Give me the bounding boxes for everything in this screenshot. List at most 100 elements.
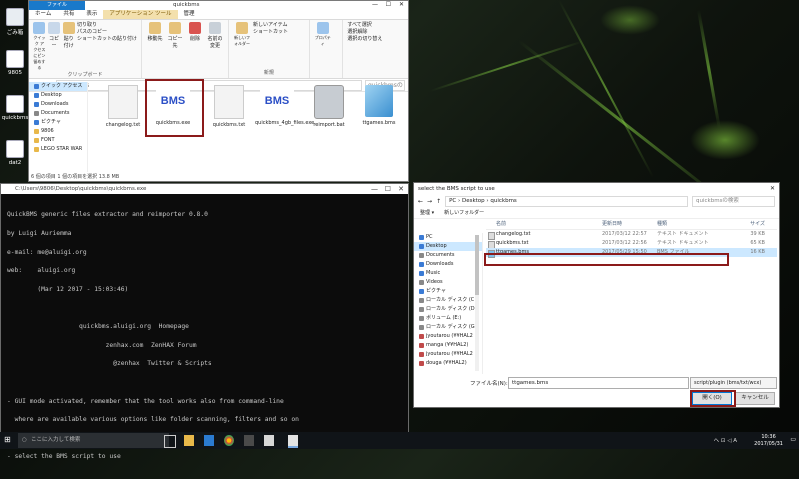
file-item-reimport[interactable]: reimport.bat	[307, 85, 351, 128]
minimize-button[interactable]: —	[372, 1, 378, 8]
nav-item[interactable]: FONT	[29, 136, 87, 145]
select-none-button[interactable]: 選択解除	[347, 29, 404, 36]
minimize-button[interactable]: —	[371, 184, 378, 194]
file-type-select[interactable]: script/plugin (bms/txt/wcx)	[690, 377, 777, 389]
copy-path-button[interactable]: パスのコピー	[77, 29, 137, 36]
paste-button[interactable]: 貼り付け	[62, 22, 75, 71]
column-date[interactable]: 更新日時	[602, 219, 657, 229]
copy-button[interactable]: コピー	[47, 22, 61, 71]
nav-item[interactable]: manga (¥¥HAL2)	[414, 341, 482, 350]
close-button[interactable]: ✕	[399, 1, 404, 8]
column-name[interactable]: 名前	[486, 219, 602, 229]
tab-application-tools[interactable]: アプリケーション ツール	[103, 10, 178, 19]
windows-start-icon[interactable]: ⊞	[4, 435, 11, 444]
nav-item[interactable]: Desktop	[414, 242, 482, 251]
move-to-button[interactable]: 移動先	[146, 22, 164, 49]
system-tray[interactable]: へ ⊡ ◁ A	[714, 436, 737, 444]
properties-button[interactable]: プロパティ	[314, 22, 332, 47]
chrome-icon[interactable]	[224, 435, 234, 446]
nav-item[interactable]: クイック アクセス	[29, 82, 87, 91]
cut-button[interactable]: 切り取り	[77, 22, 137, 29]
nav-item[interactable]: Desktop	[29, 91, 87, 100]
nav-item[interactable]: ピクチャ	[414, 287, 482, 296]
nav-item[interactable]: PC	[414, 233, 482, 242]
folder-icon[interactable]	[184, 435, 194, 446]
nav-item[interactable]: 9806	[29, 127, 87, 136]
desktop-icon-recycle-bin[interactable]: ごみ箱	[0, 8, 30, 36]
clock[interactable]: 10:36 2017/05/31	[754, 434, 783, 447]
store-icon[interactable]	[204, 435, 214, 446]
nav-item[interactable]: Downloads	[414, 260, 482, 269]
notification-icon[interactable]: ▭	[790, 436, 796, 443]
desktop-icon-dat2[interactable]: dat2	[0, 140, 30, 166]
close-button[interactable]: ✕	[398, 184, 404, 194]
tab-manage[interactable]: 管理	[178, 10, 201, 19]
table-row[interactable]: changelog.txt 2017/03/12 22:57 テキスト ドキュメ…	[486, 230, 777, 240]
nav-item[interactable]: ピクチャ	[29, 118, 87, 127]
nav-item[interactable]: ローカル ディスク (G	[414, 323, 482, 332]
nav-item[interactable]: Documents	[414, 251, 482, 260]
open-group: プロパティ	[310, 20, 344, 78]
paste-shortcut-button[interactable]: ショートカットの貼り付け	[77, 36, 137, 43]
file-icon	[6, 140, 24, 158]
tab-file[interactable]: ファイル	[29, 1, 85, 10]
nav-item[interactable]: Documents	[29, 109, 87, 118]
dialog-titlebar[interactable]: select the BMS script to use ✕	[414, 183, 779, 195]
open-file-dialog[interactable]: select the BMS script to use ✕ ← → ↑ PC …	[413, 182, 780, 408]
nav-item[interactable]: jyoutarou (¥¥HAL2	[414, 350, 482, 359]
shortcut-button[interactable]: ショートカット	[253, 29, 288, 36]
app-icon[interactable]	[244, 435, 254, 446]
explorer-titlebar[interactable]: ▪ ▪ ▾ quickbms — ☐ ✕	[29, 1, 408, 10]
new-folder-button[interactable]: 新しいフォルダー	[444, 209, 484, 216]
organize-button[interactable]: 整理 ▾	[420, 209, 434, 216]
column-size[interactable]: サイズ	[711, 219, 771, 229]
file-item-changelog[interactable]: changelog.txt	[101, 85, 145, 128]
search-input[interactable]: quickbmsの検索	[692, 195, 775, 207]
delete-button[interactable]: 削除	[186, 22, 204, 49]
back-icon[interactable]: ←	[418, 198, 423, 205]
desktop-icon-quickbms[interactable]: quickbms	[0, 95, 30, 121]
nav-item[interactable]: Videos	[414, 278, 482, 287]
invert-selection-button[interactable]: 選択の切り替え	[347, 36, 404, 43]
app-icon[interactable]	[264, 435, 274, 446]
nav-item[interactable]: ボリューム (E:)	[414, 314, 482, 323]
explorer-window[interactable]: ▪ ▪ ▾ quickbms — ☐ ✕ ファイル ホーム 共有 表示 アプリケ…	[28, 0, 409, 182]
rename-button[interactable]: 名前の変更	[206, 22, 224, 49]
nav-item[interactable]: jyoutarou (¥¥HAL2	[414, 332, 482, 341]
taskbar-search-input[interactable]: ○ ここに入力して検索	[18, 433, 169, 448]
nav-item[interactable]: Downloads	[29, 100, 87, 109]
desktop-icon-9805[interactable]: 9805	[0, 50, 30, 76]
close-button[interactable]: ✕	[770, 183, 775, 195]
file-item-quickbms-4gb[interactable]: BMS quickbms_4gb_files.exe	[255, 85, 314, 126]
console-window[interactable]: C:\Users\9806\Desktop\quickbms\quickbms.…	[0, 183, 409, 460]
breadcrumb[interactable]: PC › Desktop › quickbms	[445, 195, 688, 207]
up-icon[interactable]: ↑	[436, 198, 441, 205]
tab-view[interactable]: 表示	[80, 10, 103, 19]
table-row[interactable]: quickbms.txt 2017/03/12 22:56 テキスト ドキュメン…	[486, 239, 777, 249]
forward-icon[interactable]: →	[427, 198, 432, 205]
new-item-button[interactable]: 新しいアイテム	[253, 22, 288, 29]
nav-item[interactable]: douga (¥¥HAL2)	[414, 359, 482, 368]
task-view-icon[interactable]	[164, 435, 176, 448]
nav-item[interactable]: LEGO STAR WAR	[29, 145, 87, 154]
copy-to-button[interactable]: コピー先	[166, 22, 184, 49]
column-type[interactable]: 種類	[657, 219, 711, 229]
tab-home[interactable]: ホーム	[29, 10, 57, 19]
new-folder-button[interactable]: 新しいフォルダー	[233, 22, 251, 47]
select-all-button[interactable]: すべて選択	[347, 22, 404, 29]
nav-item[interactable]: ローカル ディスク (C	[414, 296, 482, 305]
maximize-button[interactable]: ☐	[386, 1, 391, 8]
nav-scrollbar[interactable]	[475, 235, 479, 371]
tab-share[interactable]: 共有	[57, 10, 80, 19]
pin-button[interactable]: クイック アクセスにピン留めする	[33, 22, 46, 71]
filename-input[interactable]: ttgames.bms	[508, 377, 689, 389]
nav-item[interactable]: Music	[414, 269, 482, 278]
console-app-icon[interactable]	[288, 435, 298, 448]
maximize-button[interactable]: ☐	[385, 184, 391, 194]
scroll-thumb[interactable]	[475, 235, 479, 295]
nav-item[interactable]: ローカル ディスク (D	[414, 305, 482, 314]
console-titlebar[interactable]: C:\Users\9806\Desktop\quickbms\quickbms.…	[1, 184, 408, 194]
file-item-ttgames[interactable]: ttgames.bms	[357, 85, 401, 126]
cancel-button[interactable]: キャンセル	[735, 392, 775, 405]
file-item-quickbms-txt[interactable]: quickbms.txt	[207, 85, 251, 128]
